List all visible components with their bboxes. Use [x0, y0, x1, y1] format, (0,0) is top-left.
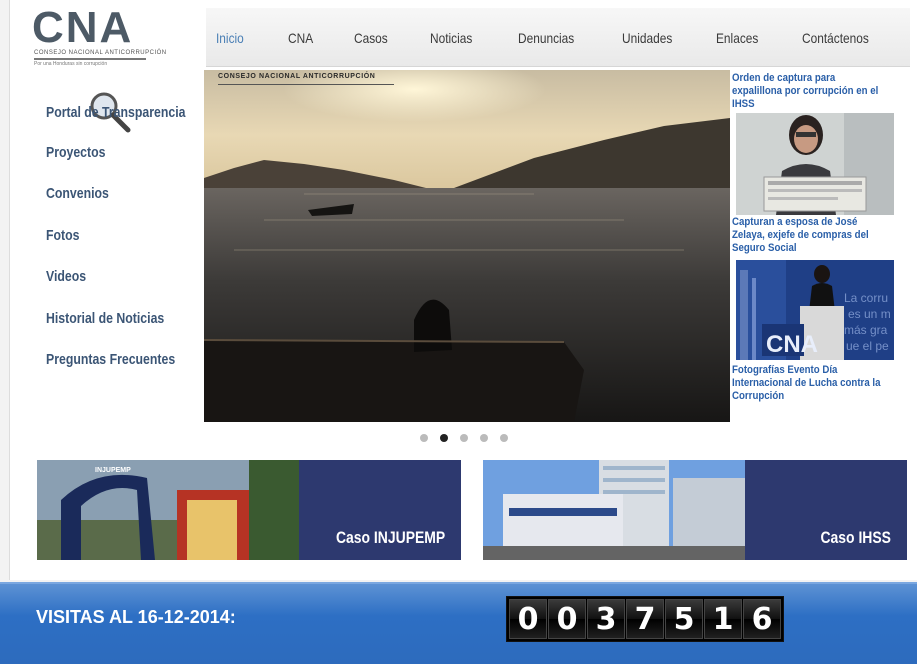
- banner-caso-ihss[interactable]: Caso IHSS: [483, 460, 907, 560]
- counter-digit: 7: [626, 599, 664, 639]
- news-thumb-2[interactable]: [736, 113, 894, 215]
- counter-digit: 6: [743, 599, 781, 639]
- news-link-3[interactable]: Fotografías Evento Día Internacional de …: [732, 364, 882, 403]
- svg-text:más gra: más gra: [844, 323, 888, 337]
- news-link-2[interactable]: Capturan a esposa de José Zelaya, exjefe…: [732, 216, 882, 255]
- nav-noticias[interactable]: Noticias: [430, 30, 472, 46]
- visits-counter: 0 0 3 7 5 1 6: [506, 596, 784, 642]
- sidebar-item-historial-noticias[interactable]: Historial de Noticias: [46, 310, 164, 327]
- nav-unidades[interactable]: Unidades: [622, 30, 672, 46]
- counter-digit: 1: [704, 599, 742, 639]
- sidebar-item-fotos[interactable]: Fotos: [46, 227, 79, 244]
- banner-caso-injupemp[interactable]: INJUPEMP Caso INJUPEMP: [37, 460, 461, 560]
- nav-casos[interactable]: Casos: [354, 30, 388, 46]
- nav-enlaces[interactable]: Enlaces: [716, 30, 758, 46]
- main-nav: Inicio CNA Casos Noticias Denuncias Unid…: [206, 8, 910, 67]
- svg-text:CNA: CNA: [766, 331, 818, 358]
- svg-text:La corru: La corru: [844, 291, 888, 305]
- nav-inicio[interactable]: Inicio: [216, 30, 244, 46]
- sidebar-item-convenios[interactable]: Convenios: [46, 185, 109, 202]
- hero-slide-image[interactable]: [204, 70, 730, 422]
- visits-footer: VISITAS AL 16-12-2014: 0 0 3 7 5 1 6: [0, 582, 917, 664]
- counter-digit: 5: [665, 599, 703, 639]
- counter-digit: 0: [548, 599, 586, 639]
- slider-dot-2-active[interactable]: [440, 434, 448, 442]
- banner-label-ihss: Caso IHSS: [820, 528, 891, 547]
- counter-digit: 3: [587, 599, 625, 639]
- nav-cna[interactable]: CNA: [288, 30, 313, 46]
- hero-label: CONSEJO NACIONAL ANTICORRUPCIÓN: [218, 73, 376, 80]
- visits-label: VISITAS AL 16-12-2014:: [36, 607, 236, 627]
- news-link-1[interactable]: Orden de captura para expalillona por co…: [732, 72, 882, 111]
- svg-text:ue el pe: ue el pe: [846, 339, 889, 353]
- banner-label-injupemp: Caso INJUPEMP: [335, 528, 445, 547]
- svg-text:INJUPEMP: INJUPEMP: [95, 467, 131, 474]
- sidebar-item-proyectos[interactable]: Proyectos: [46, 144, 105, 161]
- logo-subtitle: CONSEJO NACIONAL ANTICORRUPCIÓN: [34, 50, 167, 56]
- sidebar-item-portal-transparencia[interactable]: Portal de Transparencia: [46, 104, 185, 121]
- slider-dot-1[interactable]: [420, 434, 428, 442]
- sidebar-item-videos[interactable]: Videos: [46, 268, 86, 285]
- counter-digit: 0: [509, 599, 547, 639]
- cna-logo[interactable]: CNA CONSEJO NACIONAL ANTICORRUPCIÓN Por …: [28, 3, 198, 68]
- nav-denuncias[interactable]: Denuncias: [518, 30, 574, 46]
- sidebar-item-preguntas-frecuentes[interactable]: Preguntas Frecuentes: [46, 351, 175, 368]
- slider-dot-3[interactable]: [460, 434, 468, 442]
- hero-label-underline: [218, 84, 394, 85]
- nav-contactenos[interactable]: Contáctenos: [802, 30, 869, 46]
- svg-text:es un m: es un m: [848, 307, 891, 321]
- slider-dot-5[interactable]: [500, 434, 508, 442]
- logo-text: CNA: [32, 3, 134, 52]
- slider-dot-4[interactable]: [480, 434, 488, 442]
- logo-divider: [34, 58, 146, 60]
- logo-tagline: Por una Honduras sin corrupción: [34, 61, 108, 67]
- news-thumb-3[interactable]: La corru es un m más gra ue el pe CNA: [736, 260, 894, 360]
